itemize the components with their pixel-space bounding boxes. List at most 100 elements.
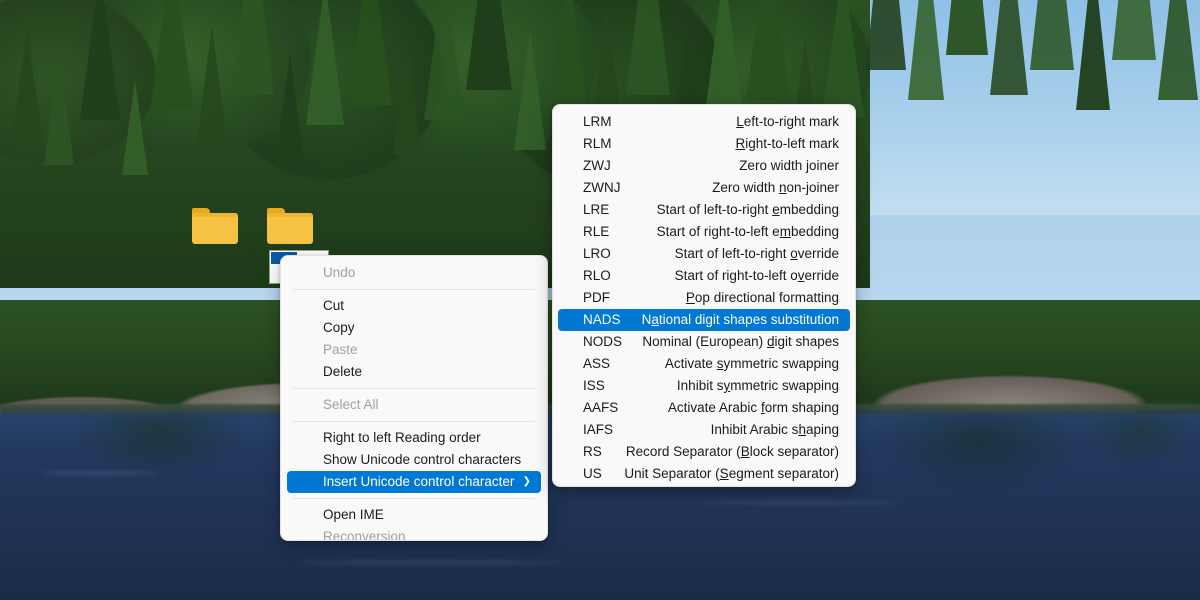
conifer-tree bbox=[548, 0, 588, 115]
conifer-tree bbox=[424, 0, 464, 120]
conifer-tree bbox=[276, 55, 304, 160]
accelerator-key: e bbox=[772, 202, 780, 217]
unicode-control-character-item[interactable]: RLM Right-to-left mark bbox=[558, 133, 850, 155]
unicode-description: Activate Arabic form shaping bbox=[667, 400, 839, 415]
context-menu-item[interactable]: Open IME bbox=[287, 504, 541, 526]
context-menu-item[interactable]: Cut bbox=[287, 295, 541, 317]
unicode-control-character-item[interactable]: RS Record Separator (Block separator) bbox=[558, 441, 850, 463]
unicode-control-character-item[interactable]: ZWJ Zero width joiner bbox=[558, 155, 850, 177]
conifer-tree bbox=[10, 30, 44, 150]
desktop-icon-folder-1[interactable] bbox=[192, 208, 240, 248]
unicode-control-character-item[interactable]: ASS Activate symmetric swapping bbox=[558, 353, 850, 375]
chevron-right-icon: ❯ bbox=[522, 476, 531, 487]
context-menu-item-label: Copy bbox=[323, 320, 355, 335]
unicode-abbreviation: RLM bbox=[583, 136, 612, 151]
unicode-description: Start of right-to-left override bbox=[674, 268, 839, 283]
accelerator-key: a bbox=[651, 312, 659, 327]
conifer-tree bbox=[704, 0, 744, 120]
accelerator-key: h bbox=[798, 422, 806, 437]
unicode-description: National digit shapes substitution bbox=[641, 312, 839, 327]
context-menu-item-label: Reconversion bbox=[323, 529, 406, 541]
accelerator-key: y bbox=[723, 378, 731, 393]
desktop-screen: Undo Cut Copy Paste Delete Select All Right to… bbox=[0, 0, 1200, 600]
accelerator-key: B bbox=[740, 444, 750, 459]
unicode-control-character-item[interactable]: NODS Nominal (European) digit shapes bbox=[558, 331, 850, 353]
unicode-abbreviation: NODS bbox=[583, 334, 623, 349]
unicode-control-character-item[interactable]: IAFS Inhibit Arabic shaping bbox=[558, 419, 850, 441]
folder-body bbox=[267, 213, 313, 244]
menu-separator bbox=[293, 289, 535, 290]
unicode-abbreviation: ZWNJ bbox=[583, 180, 621, 195]
conifer-tree bbox=[1030, 0, 1074, 70]
unicode-abbreviation: LRM bbox=[583, 114, 612, 129]
unicode-control-character-item[interactable]: ISS Inhibit symmetric swapping bbox=[558, 375, 850, 397]
context-menu-item-label: Show Unicode control characters bbox=[323, 452, 522, 467]
unicode-control-character-item[interactable]: LRO Start of left-to-right override bbox=[558, 243, 850, 265]
context-menu-item-label: Cut bbox=[323, 298, 345, 313]
menu-separator bbox=[293, 388, 535, 389]
unicode-abbreviation: US bbox=[583, 466, 602, 481]
conifer-tree bbox=[822, 0, 864, 118]
accelerator-key: L bbox=[736, 114, 744, 129]
context-menu[interactable]: Undo Cut Copy Paste Delete Select All Right to… bbox=[280, 255, 548, 541]
unicode-control-character-item[interactable]: LRM Left-to-right mark bbox=[558, 111, 850, 133]
conifer-tree bbox=[946, 0, 988, 55]
unicode-control-character-item[interactable]: LRE Start of left-to-right embedding bbox=[558, 199, 850, 221]
unicode-description: Pop directional formatting bbox=[685, 290, 839, 305]
unicode-description: Start of right-to-left embedding bbox=[656, 224, 839, 239]
context-menu-item[interactable]: Right to left Reading order bbox=[287, 427, 541, 449]
unicode-abbreviation: ISS bbox=[583, 378, 605, 393]
conifer-tree bbox=[150, 0, 194, 110]
unicode-abbreviation: ASS bbox=[583, 356, 611, 371]
context-menu-item-label: Paste bbox=[323, 342, 358, 357]
unicode-description: Activate symmetric swapping bbox=[664, 356, 839, 371]
context-menu-item-label: Right to left Reading order bbox=[323, 430, 481, 445]
context-menu-item-label: Select All bbox=[323, 397, 379, 412]
menu-separator bbox=[293, 421, 535, 422]
unicode-abbreviation: RLE bbox=[583, 224, 610, 239]
accelerator-key: d bbox=[766, 334, 775, 349]
accelerator-key: j bbox=[805, 158, 809, 173]
conifer-tree bbox=[1158, 0, 1198, 100]
conifer-tree bbox=[232, 0, 274, 95]
conifer-tree bbox=[746, 0, 790, 100]
unicode-control-character-item[interactable]: AAFS Activate Arabic form shaping bbox=[558, 397, 850, 419]
insert-unicode-control-character-submenu[interactable]: LRM Left-to-right mark RLM Right-to-left ma… bbox=[552, 104, 856, 487]
unicode-abbreviation: LRO bbox=[583, 246, 611, 261]
unicode-control-character-item[interactable]: RLO Start of right-to-left override bbox=[558, 265, 850, 287]
water-highlight bbox=[40, 470, 160, 476]
context-menu-item: Paste bbox=[287, 339, 541, 361]
unicode-description: Left-to-right mark bbox=[736, 114, 839, 129]
unicode-description: Zero width joiner bbox=[739, 158, 839, 173]
menu-separator bbox=[293, 498, 535, 499]
context-menu-item-label: Delete bbox=[323, 364, 363, 379]
context-menu-item: Undo bbox=[287, 262, 541, 284]
conifer-tree bbox=[392, 40, 422, 155]
folder-icon bbox=[267, 208, 313, 244]
unicode-control-character-item[interactable]: ZWNJ Zero width non-joiner bbox=[558, 177, 850, 199]
water-highlight bbox=[700, 500, 900, 505]
conifer-tree bbox=[44, 55, 74, 165]
unicode-abbreviation: LRE bbox=[583, 202, 610, 217]
unicode-abbreviation: NADS bbox=[583, 312, 621, 327]
context-menu-item[interactable]: Delete bbox=[287, 361, 541, 383]
accelerator-key: o bbox=[790, 246, 798, 261]
unicode-control-character-item[interactable]: NADS National digit shapes substitution bbox=[558, 309, 850, 331]
desktop-icon-folder-2[interactable] bbox=[267, 208, 315, 248]
unicode-control-character-item[interactable]: PDF Pop directional formatting bbox=[558, 287, 850, 309]
context-menu-item-label: Open IME bbox=[323, 507, 384, 522]
context-menu-item[interactable]: Copy bbox=[287, 317, 541, 339]
accelerator-key: P bbox=[685, 290, 695, 305]
unicode-description: Right-to-left mark bbox=[735, 136, 839, 151]
accelerator-key: s bbox=[716, 356, 724, 371]
unicode-control-character-item[interactable]: RLE Start of right-to-left embedding bbox=[558, 221, 850, 243]
context-menu-item-label: Undo bbox=[323, 265, 356, 280]
context-menu-item[interactable]: Show Unicode control characters bbox=[287, 449, 541, 471]
accelerator-key: R bbox=[735, 136, 746, 151]
context-menu-item[interactable]: Insert Unicode control character ❯ bbox=[287, 471, 541, 493]
water-highlight bbox=[300, 560, 560, 565]
unicode-control-character-item[interactable]: US Unit Separator (Segment separator) bbox=[558, 463, 850, 485]
accelerator-key: v bbox=[797, 268, 805, 283]
unicode-abbreviation: RLO bbox=[583, 268, 611, 283]
unicode-description: Start of left-to-right override bbox=[674, 246, 839, 261]
